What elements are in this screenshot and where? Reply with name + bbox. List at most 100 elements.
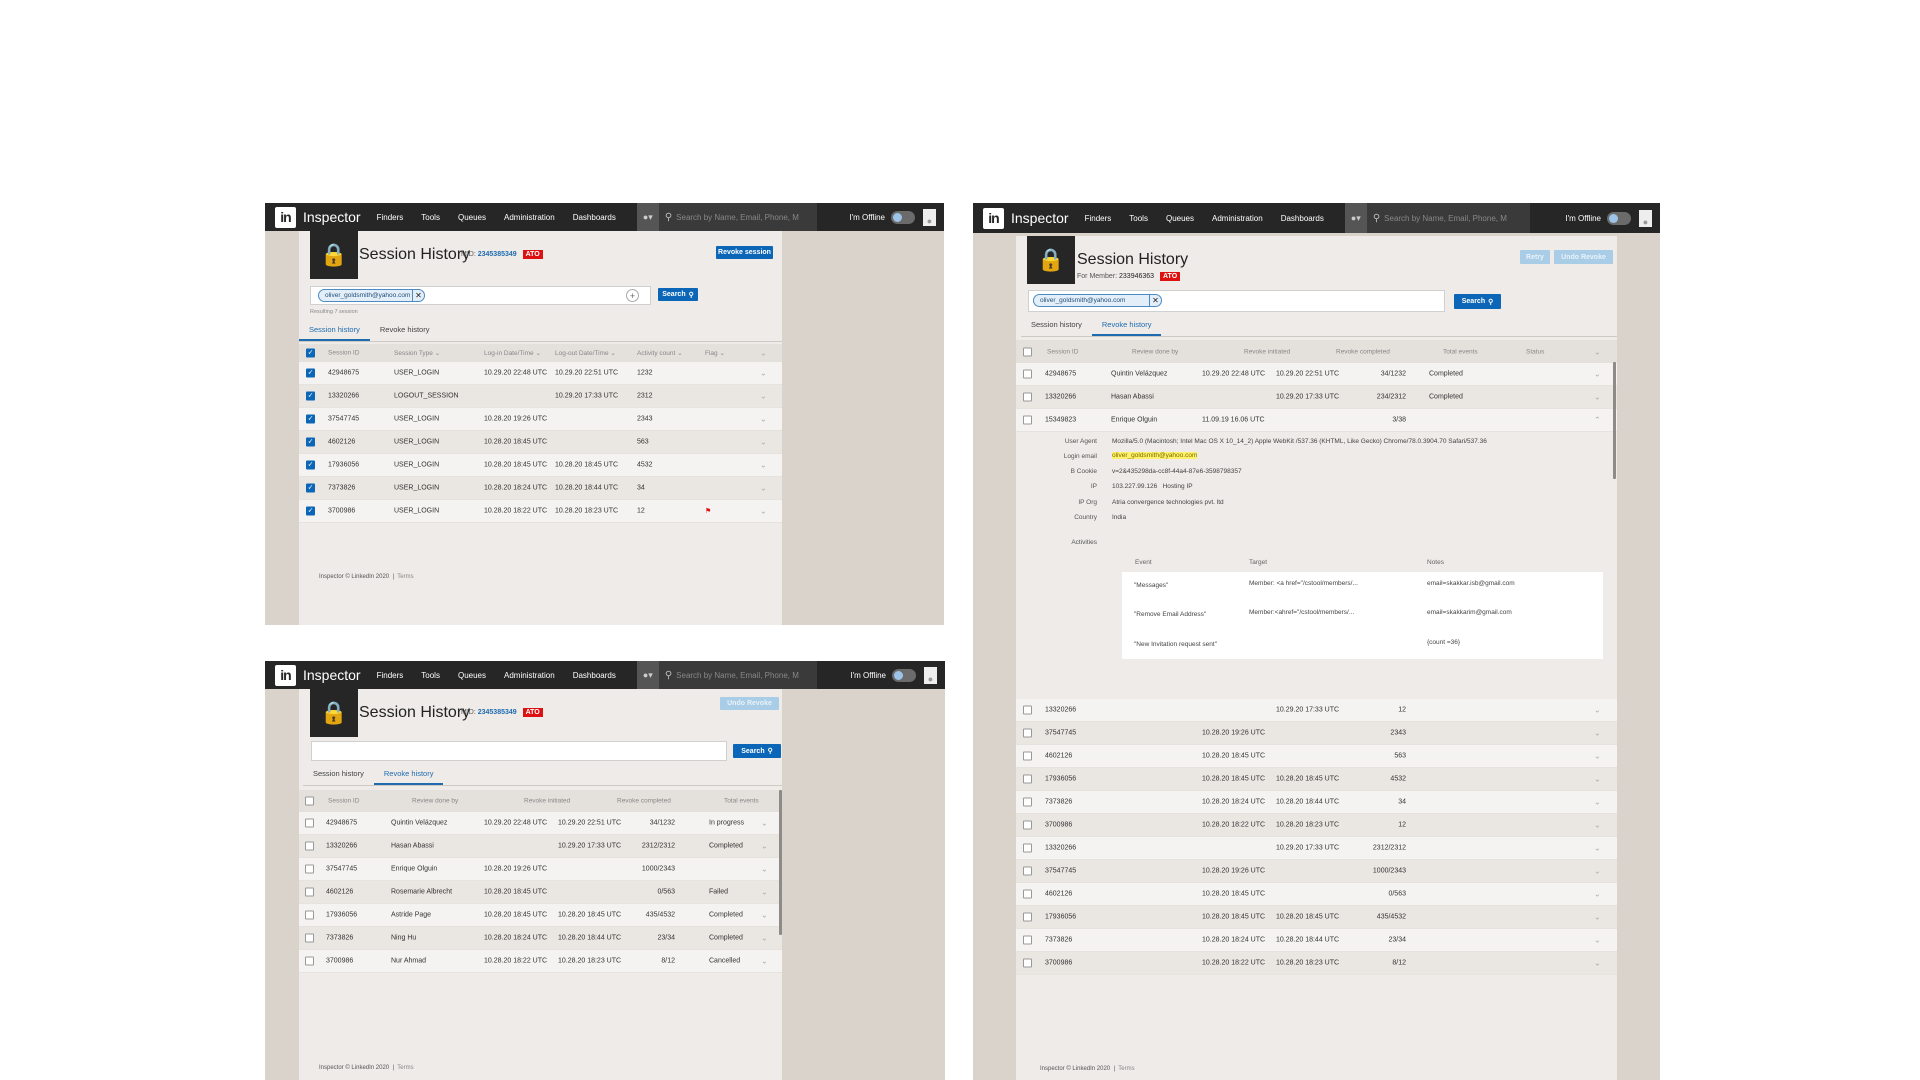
table-row[interactable]: 13320266 Hasan Abassi 10.29.20 17:33 UTC 23… <box>299 835 782 858</box>
col-review-done-by[interactable]: Review done by <box>1132 348 1178 355</box>
select-all-checkbox[interactable]: ✓ <box>306 348 315 358</box>
table-row[interactable]: 17936056 10.28.20 18:45 UTC 10.28.20 18:45… <box>1016 768 1617 791</box>
table-row[interactable]: 4602126 10.28.20 18:45 UTC 0/563 ⌄ <box>1016 883 1617 906</box>
row-checkbox[interactable] <box>1023 820 1032 830</box>
row-checkbox[interactable]: ✓ <box>306 483 315 493</box>
footer-terms-link[interactable]: Terms <box>1118 1066 1134 1072</box>
row-checkbox[interactable] <box>305 910 314 920</box>
table-scrollbar[interactable] <box>779 790 782 935</box>
row-checkbox[interactable] <box>305 841 314 851</box>
table-row[interactable]: ✓ 13320266 LOGOUT_SESSION 10.29.20 17:33 UT… <box>299 385 782 408</box>
mid-value[interactable]: 2345385349 <box>478 251 517 258</box>
table-row[interactable]: ✓ 4602126 USER_LOGIN 10.28.20 18:45 UTC 563 ⌄ <box>299 431 782 454</box>
linkedin-logo-icon[interactable]: in <box>983 207 1004 229</box>
chevron-down-icon[interactable]: ⌄ <box>1594 821 1601 830</box>
row-checkbox[interactable] <box>1023 958 1032 968</box>
chevron-down-icon[interactable]: ⌄ <box>1594 890 1601 899</box>
row-checkbox[interactable] <box>1023 751 1032 761</box>
table-row[interactable]: 7373826 10.28.20 18:24 UTC 10.28.20 18:44 … <box>1016 929 1617 952</box>
chevron-down-icon[interactable]: ⌄ <box>1594 959 1601 968</box>
undo-revoke-button[interactable]: Undo Revoke <box>1554 250 1613 264</box>
row-checkbox[interactable]: ✓ <box>306 391 315 401</box>
nav-tools[interactable]: Tools <box>421 213 440 222</box>
app-name[interactable]: Inspector <box>1011 210 1069 226</box>
email-chip[interactable]: oliver_goldsmith@yahoo.com ✕ <box>318 289 425 302</box>
email-chip[interactable]: oliver_goldsmith@yahoo.com ✕ <box>1033 294 1162 307</box>
table-row[interactable]: ✓ 7373826 USER_LOGIN 10.28.20 18:24 UTC 10.2… <box>299 477 782 500</box>
chevron-down-icon[interactable]: ⌄ <box>1594 798 1601 807</box>
chevron-down-icon[interactable]: ⌄ <box>760 349 767 358</box>
retry-button[interactable]: Retry <box>1520 250 1550 264</box>
undo-revoke-button[interactable]: Undo Revoke <box>720 697 779 710</box>
col-login-time[interactable]: Log-in Date/Time ⌄ <box>484 349 541 357</box>
chevron-down-icon[interactable]: ⌄ <box>761 957 768 966</box>
search-input[interactable] <box>311 741 727 761</box>
chevron-down-icon[interactable]: ⌄ <box>1594 913 1601 922</box>
table-row[interactable]: 37547745 10.28.20 19:26 UTC 1000/2343 ⌄ <box>1016 860 1617 883</box>
nav-finders[interactable]: Finders <box>377 671 404 680</box>
col-total-events[interactable]: Total events <box>724 798 759 805</box>
table-row[interactable]: ✓ 42948675 USER_LOGIN 10.29.20 22:48 UTC 10.… <box>299 362 782 385</box>
row-checkbox[interactable] <box>305 933 314 943</box>
chevron-down-icon[interactable]: ⌄ <box>1594 370 1601 379</box>
chevron-down-icon[interactable]: ⌄ <box>761 888 768 897</box>
nav-tools[interactable]: Tools <box>421 671 440 680</box>
footer-terms-link[interactable]: Terms <box>397 574 413 580</box>
row-checkbox[interactable] <box>1023 866 1032 876</box>
nav-finders[interactable]: Finders <box>377 213 404 222</box>
search-button[interactable]: Search ⚲ <box>658 288 698 301</box>
table-row[interactable]: 7373826 Ning Hu 10.28.20 18:24 UTC 10.28.20… <box>299 927 782 950</box>
row-checkbox[interactable] <box>1023 912 1032 922</box>
nav-administration[interactable]: Administration <box>504 671 555 680</box>
nav-finders[interactable]: Finders <box>1085 214 1112 223</box>
select-all-checkbox[interactable] <box>1023 347 1032 356</box>
tab-session-history[interactable]: Session history <box>303 769 374 785</box>
activity-target[interactable]: Member:<ahref="/cstool/members/... <box>1249 609 1354 616</box>
chevron-down-icon[interactable]: ⌄ <box>760 438 767 447</box>
chevron-down-icon[interactable]: ⌄ <box>1594 706 1601 715</box>
table-row[interactable]: 4602126 10.28.20 18:45 UTC 563 ⌄ <box>1016 745 1617 768</box>
nav-tools[interactable]: Tools <box>1129 214 1148 223</box>
col-revoke-completed[interactable]: Revoke completed <box>617 798 671 805</box>
activity-target[interactable]: Member: <a href="/cstool/members/... <box>1249 580 1358 587</box>
table-row[interactable]: 13320266 10.29.20 17:33 UTC 12 ⌄ <box>1016 699 1617 722</box>
table-row[interactable]: 42948675 Quintin Velázquez 10.29.20 22:48 … <box>299 812 782 835</box>
row-checkbox[interactable] <box>1023 415 1032 425</box>
nav-administration[interactable]: Administration <box>504 213 555 222</box>
row-checkbox[interactable]: ✓ <box>306 414 315 424</box>
app-name[interactable]: Inspector <box>303 209 361 225</box>
table-row[interactable]: 42948675 Quintin Velázquez 10.29.20 22:48 … <box>1016 363 1617 386</box>
chevron-down-icon[interactable]: ⌄ <box>761 819 768 828</box>
chevron-down-icon[interactable]: ⌄ <box>760 507 767 516</box>
nav-dashboards[interactable]: Dashboards <box>573 213 616 222</box>
table-row[interactable]: 7373826 10.28.20 18:24 UTC 10.28.20 18:44 … <box>1016 791 1617 814</box>
flag-icon[interactable]: ⚑ <box>705 507 711 515</box>
chevron-down-icon[interactable]: ⌄ <box>760 392 767 401</box>
row-checkbox[interactable] <box>1023 797 1032 807</box>
table-row[interactable]: ✓ 37547745 USER_LOGIN 10.28.20 19:26 UTC 234… <box>299 408 782 431</box>
global-search-input[interactable]: Search by Name, Email, Phone, M <box>1384 214 1507 223</box>
global-search[interactable]: ●▾ ⚲ Search by Name, Email, Phone, M <box>636 661 817 689</box>
table-row[interactable]: 13320266 Hasan Abassi 10.29.20 17:33 UTC 23… <box>1016 386 1617 409</box>
add-icon[interactable]: + <box>626 289 639 302</box>
search-button[interactable]: Search ⚲ <box>733 744 781 758</box>
table-row[interactable]: 15349823 Enrique Olguin 11.09.19 16.06 UTC… <box>1016 409 1617 432</box>
table-row[interactable]: 37547745 Enrique Olguin 10.28.20 19:26 UTC… <box>299 858 782 881</box>
table-row[interactable]: 17936056 10.28.20 18:45 UTC 10.28.20 18:45… <box>1016 906 1617 929</box>
col-session-id[interactable]: Session ID <box>328 350 359 357</box>
col-flag[interactable]: Flag ⌄ <box>705 349 725 357</box>
table-row[interactable]: ✓ 3700986 USER_LOGIN 10.28.20 18:22 UTC 10.2… <box>299 500 782 523</box>
row-checkbox[interactable]: ✓ <box>306 506 315 516</box>
chevron-down-icon[interactable]: ⌄ <box>1594 867 1601 876</box>
table-row[interactable]: 17936056 Astride Page 10.28.20 18:45 UTC 10… <box>299 904 782 927</box>
col-logout-time[interactable]: Log-out Date/Time ⌄ <box>555 349 616 357</box>
nav-dashboards[interactable]: Dashboards <box>573 671 616 680</box>
tab-revoke-history[interactable]: Revoke history <box>370 325 440 341</box>
row-checkbox[interactable] <box>1023 774 1032 784</box>
row-checkbox[interactable] <box>1023 728 1032 738</box>
chevron-down-icon[interactable]: ⌄ <box>1594 775 1601 784</box>
global-search[interactable]: ●▾ ⚲ Search by Name, Email, Phone, M <box>636 203 817 231</box>
row-checkbox[interactable]: ✓ <box>306 460 315 470</box>
offline-toggle[interactable] <box>1607 211 1631 225</box>
avatar[interactable]: ● <box>924 666 937 684</box>
